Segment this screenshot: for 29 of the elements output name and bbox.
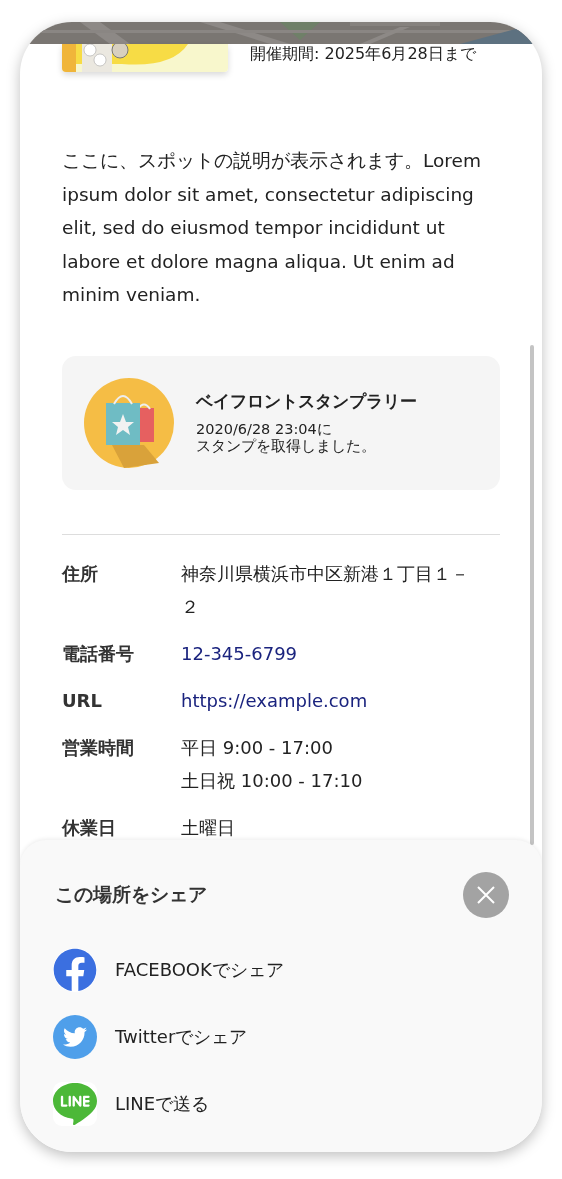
- shopping-bag-icon: [84, 377, 174, 468]
- bird-icon: [53, 1014, 97, 1059]
- close-button[interactable]: [463, 872, 509, 918]
- share-option-label: FACEBOOKでシェア: [115, 957, 284, 982]
- close-icon: [477, 886, 495, 904]
- detail-label: 休業日: [62, 815, 117, 840]
- detail-label: URL: [62, 688, 103, 713]
- scrollbar[interactable]: [530, 345, 534, 845]
- share-option-label: Twitterでシェア: [115, 1024, 248, 1049]
- detail-value: 平日 9:00 - 17:00: [181, 735, 334, 760]
- share-option[interactable]: Twitterでシェア: [53, 1003, 509, 1070]
- spot-description: ここに、スポットの説明が表示されます。Lorem ipsum dolor sit amet, consectetur adipiscing elit, sed do eiusmod tempor incididunt ut labore et dolore magna aliqua. Ut enim ad minim veniam.: [62, 149, 482, 307]
- share-option[interactable]: FACEBOOKでシェア: [53, 936, 509, 1003]
- detail-value: 土曜日: [181, 815, 236, 840]
- facebook-icon: [53, 947, 97, 992]
- stamp-rally-title: ベイフロントスタンプラリー: [196, 390, 417, 413]
- detail-label: 営業時間: [62, 735, 135, 760]
- detail-label: 電話番号: [62, 641, 135, 666]
- chat-bubble-icon: [53, 1081, 97, 1126]
- detail-link[interactable]: https://example.com: [181, 683, 473, 717]
- share-option-label: LINEで送る: [115, 1091, 210, 1116]
- detail-link[interactable]: 12-345-6799: [181, 636, 473, 670]
- event-period: 開催期間: 2025年6月28日まで: [250, 44, 476, 64]
- detail-value: 土日祝 10:00 - 17:10: [181, 768, 364, 793]
- stamp-acquired-text: 2020/6/28 23:04に スタンプを取得しました。: [196, 421, 377, 455]
- detail-label: 住所: [62, 561, 99, 586]
- share-sheet-title: この場所をシェア: [54, 882, 207, 907]
- detail-value: 神奈川県横浜市中区新港１丁目１－２: [181, 561, 470, 619]
- share-option[interactable]: LINEで送る: [53, 1070, 509, 1137]
